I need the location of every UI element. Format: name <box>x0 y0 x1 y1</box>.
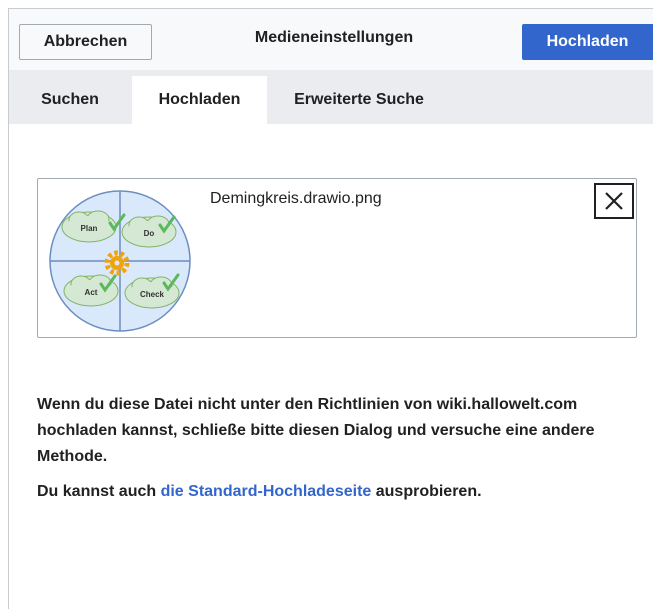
quadrant-label-check: Check <box>140 290 165 299</box>
alt-suffix: ausprobieren. <box>371 483 482 500</box>
alternative-upload-note: Du kannst auch die Standard-Hochladeseit… <box>37 479 627 505</box>
file-thumbnail: Plan Do Act Check <box>49 190 191 332</box>
quadrant-label-do: Do <box>144 229 155 238</box>
cancel-button[interactable]: Abbrechen <box>19 24 152 60</box>
tab-upload[interactable]: Hochladen <box>132 76 267 124</box>
do-cloud: Do <box>121 215 177 248</box>
plan-cloud: Plan <box>61 210 117 243</box>
alt-prefix: Du kannst auch <box>37 483 161 500</box>
tab-advanced-search[interactable]: Erweiterte Suche <box>271 76 447 124</box>
upload-button[interactable]: Hochladen <box>522 24 653 60</box>
dialog-title: Medieneinstellungen <box>254 29 414 46</box>
standard-upload-page-link[interactable]: die Standard-Hochladeseite <box>161 483 372 500</box>
tab-bar: Suchen Hochladen Erweiterte Suche <box>9 70 653 124</box>
act-cloud: Act <box>63 274 119 307</box>
dialog-header: Abbrechen Medieneinstellungen Hochladen <box>9 9 653 70</box>
uploaded-file-card: Plan Do Act Check Demingkreis.drawio.png <box>37 178 637 338</box>
check-cloud: Check <box>124 276 180 309</box>
policy-notice: Wenn du diese Datei nicht unter den Rich… <box>37 396 595 465</box>
file-name: Demingkreis.drawio.png <box>210 190 382 207</box>
remove-file-button[interactable] <box>594 183 634 219</box>
upload-info: Wenn du diese Datei nicht unter den Rich… <box>37 392 627 505</box>
quadrant-label-act: Act <box>85 288 98 297</box>
media-settings-dialog: Abbrechen Medieneinstellungen Hochladen … <box>8 8 653 609</box>
close-icon <box>605 192 623 210</box>
quadrant-label-plan: Plan <box>81 224 98 233</box>
tab-search[interactable]: Suchen <box>9 76 131 124</box>
